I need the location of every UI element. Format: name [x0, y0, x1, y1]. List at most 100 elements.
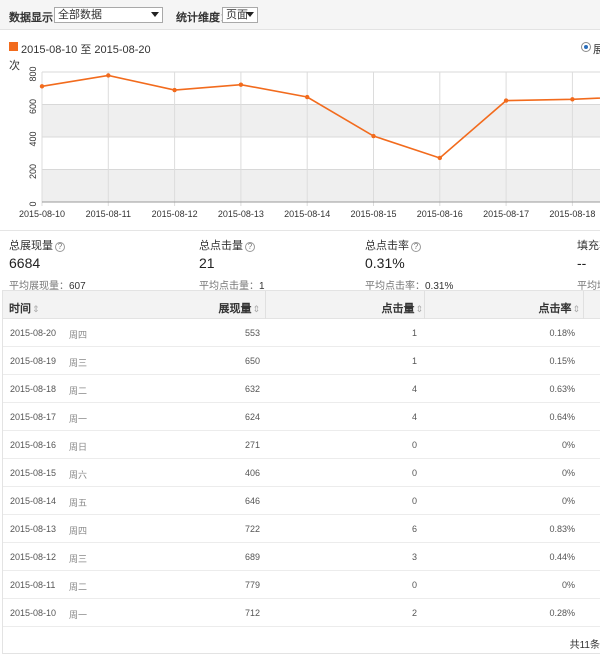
- col-impressions[interactable]: 展现量⇕: [218, 300, 260, 316]
- y-tick-label: 200: [28, 164, 38, 179]
- row-date: 2015-08-10: [10, 608, 57, 618]
- table-row: 2015-08-16 周日 271 0 0%: [3, 431, 600, 459]
- row-impressions: 646: [244, 496, 260, 506]
- row-weekday: 周四: [69, 330, 88, 340]
- col-clicks[interactable]: 点击量⇕: [381, 300, 423, 316]
- row-impressions: 632: [244, 384, 260, 394]
- row-weekday: 周四: [69, 526, 88, 536]
- row-date: 2015-08-18: [10, 384, 57, 394]
- data-point: [503, 98, 509, 103]
- help-icon[interactable]: ?: [245, 242, 255, 252]
- row-weekday: 周五: [69, 498, 88, 508]
- row-clicks: 4: [411, 384, 417, 394]
- col-clicks-label: 点击量: [381, 303, 415, 315]
- row-weekday: 周三: [69, 358, 88, 368]
- row-ctr: 0%: [561, 440, 575, 450]
- data-point: [238, 82, 244, 87]
- metric-radio[interactable]: [581, 42, 591, 52]
- col-ctr[interactable]: 点击率⇕: [538, 300, 580, 316]
- row-clicks: 0: [411, 440, 417, 450]
- row-impressions: 406: [244, 468, 260, 478]
- row-date: 2015-08-14: [10, 496, 57, 506]
- help-icon[interactable]: ?: [55, 242, 65, 252]
- row-weekday: 周一: [69, 610, 88, 620]
- stat-fill-rate: 填充率 -- 平均填: [577, 237, 600, 292]
- row-impressions: 712: [244, 608, 260, 618]
- row-ctr: 0.28%: [549, 608, 575, 618]
- row-count: 共11条: [569, 640, 600, 651]
- stat-title: 总展现量: [9, 240, 53, 252]
- data-point: [371, 133, 376, 139]
- x-tick-label: 2015-08-12: [152, 209, 198, 219]
- stat-title: 填充率: [577, 240, 600, 252]
- dimension-select-value: 页面: [226, 9, 248, 21]
- grid-band: [42, 104, 600, 137]
- stat-ctr: 总点击率? 0.31% 平均点击率：0.31%: [365, 237, 453, 292]
- display-select[interactable]: 全部数据: [54, 7, 163, 23]
- col-impressions-label: 展现量: [218, 303, 252, 315]
- filter-bar: 数据显示： 全部数据 统计维度： 页面: [0, 0, 600, 30]
- sort-icon: ⇕: [32, 304, 40, 314]
- data-point: [39, 84, 45, 89]
- row-ctr: 0%: [561, 496, 575, 506]
- data-table: 时间⇕ 展现量⇕ 点击量⇕ 点击率⇕ 2015-08-20 周四 553 1 0.18%…: [2, 290, 600, 654]
- table-row: 2015-08-19 周三 650 1 0.15%: [3, 347, 600, 375]
- row-impressions: 689: [244, 552, 260, 562]
- line-chart: 0 200 400 600 800 2015-08-10 2015-08-11 2015-08…: [19, 66, 600, 219]
- data-point: [570, 97, 575, 102]
- col-ctr-label: 点击率: [538, 303, 572, 315]
- row-clicks: 0: [411, 580, 417, 590]
- column-divider: [265, 291, 266, 319]
- table-row: 2015-08-14 周五 646 0 0%: [3, 487, 600, 515]
- dropdown-arrow-icon: [246, 12, 254, 17]
- help-icon[interactable]: ?: [411, 242, 421, 252]
- table-row: 2015-08-15 周六 406 0 0%: [3, 459, 600, 487]
- grid-band: [42, 137, 600, 170]
- dimension-select[interactable]: 页面: [222, 7, 258, 23]
- row-date: 2015-08-17: [10, 412, 57, 422]
- table-footer: 共11条: [3, 627, 600, 654]
- x-tick-label: 2015-08-17: [483, 209, 529, 219]
- x-tick-label: 2015-08-18: [549, 209, 595, 219]
- row-date: 2015-08-19: [10, 356, 57, 366]
- legend-label: 2015-08-10 至 2015-08-20: [21, 44, 151, 56]
- row-date: 2015-08-16: [10, 440, 57, 450]
- summary-stats: 总展现量? 6684 平均展现量：607 总点击量? 21 平均点击量：1 总点…: [0, 230, 600, 292]
- row-impressions: 722: [244, 524, 260, 534]
- metric-radio-label: 展: [593, 44, 600, 56]
- table-header: 时间⇕ 展现量⇕ 点击量⇕ 点击率⇕: [3, 290, 600, 319]
- row-weekday: 周三: [69, 554, 88, 564]
- row-impressions: 271: [244, 440, 260, 450]
- row-clicks: 6: [411, 524, 417, 534]
- row-ctr: 0.63%: [549, 384, 575, 394]
- stat-value: --: [577, 255, 587, 271]
- stat-title: 总点击量: [199, 240, 243, 252]
- legend-swatch: [9, 42, 18, 51]
- row-date: 2015-08-13: [10, 524, 57, 534]
- row-ctr: 0%: [561, 468, 575, 478]
- stat-title: 总点击率: [365, 240, 409, 252]
- y-tick-label: 0: [28, 201, 38, 206]
- row-impressions: 779: [244, 580, 260, 590]
- row-weekday: 周二: [69, 582, 88, 592]
- row-clicks: 2: [411, 608, 417, 618]
- row-date: 2015-08-15: [10, 468, 57, 478]
- x-tick-label: 2015-08-14: [284, 209, 330, 219]
- row-ctr: 0.64%: [549, 412, 575, 422]
- sort-icon: ⇕: [415, 304, 423, 314]
- row-ctr: 0.83%: [549, 524, 575, 534]
- data-point: [437, 155, 442, 161]
- col-time[interactable]: 时间⇕: [9, 300, 40, 316]
- stat-impressions: 总展现量? 6684 平均展现量：607: [9, 237, 86, 292]
- col-time-label: 时间: [9, 303, 31, 315]
- grid-band: [42, 169, 600, 202]
- stat-value: 0.31%: [365, 255, 405, 271]
- stat-value: 6684: [9, 255, 41, 271]
- sort-icon: ⇕: [572, 304, 580, 314]
- row-weekday: 周二: [69, 386, 88, 396]
- x-tick-label: 2015-08-11: [86, 209, 131, 219]
- data-point: [305, 94, 310, 100]
- row-date: 2015-08-12: [10, 552, 57, 562]
- row-impressions: 624: [244, 412, 260, 422]
- data-point: [106, 73, 111, 78]
